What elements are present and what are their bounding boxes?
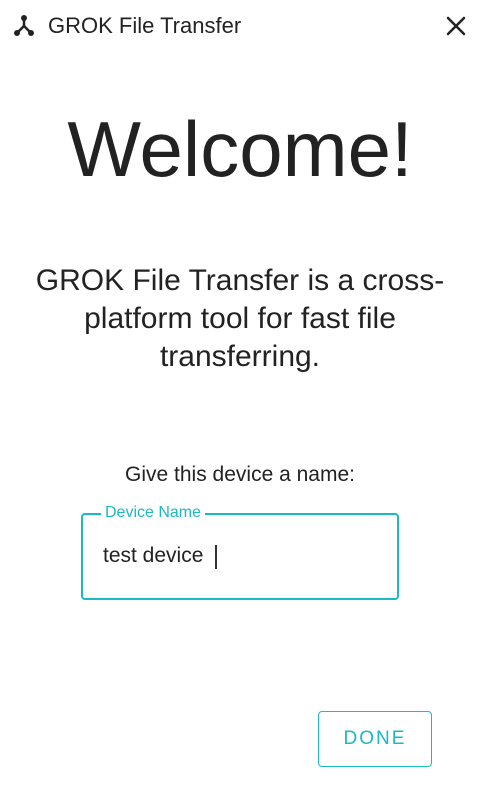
app-description: GROK File Transfer is a cross-platform t… <box>35 264 445 373</box>
network-share-icon <box>12 14 36 38</box>
device-name-label: Device Name <box>101 504 206 522</box>
app-window: GROK File Transfer Welcome! GROK File Tr… <box>0 0 480 800</box>
title-bar: GROK File Transfer <box>0 0 480 50</box>
device-name-input[interactable] <box>103 541 373 571</box>
welcome-heading: Welcome! <box>67 105 413 193</box>
device-name-prompt: Give this device a name: <box>125 463 355 486</box>
text-caret <box>215 545 217 569</box>
close-icon <box>446 16 466 36</box>
app-title: GROK File Transfer <box>48 13 242 38</box>
close-button[interactable] <box>440 10 472 42</box>
done-button[interactable]: DONE <box>318 711 432 767</box>
device-name-field: Device Name <box>81 504 399 600</box>
